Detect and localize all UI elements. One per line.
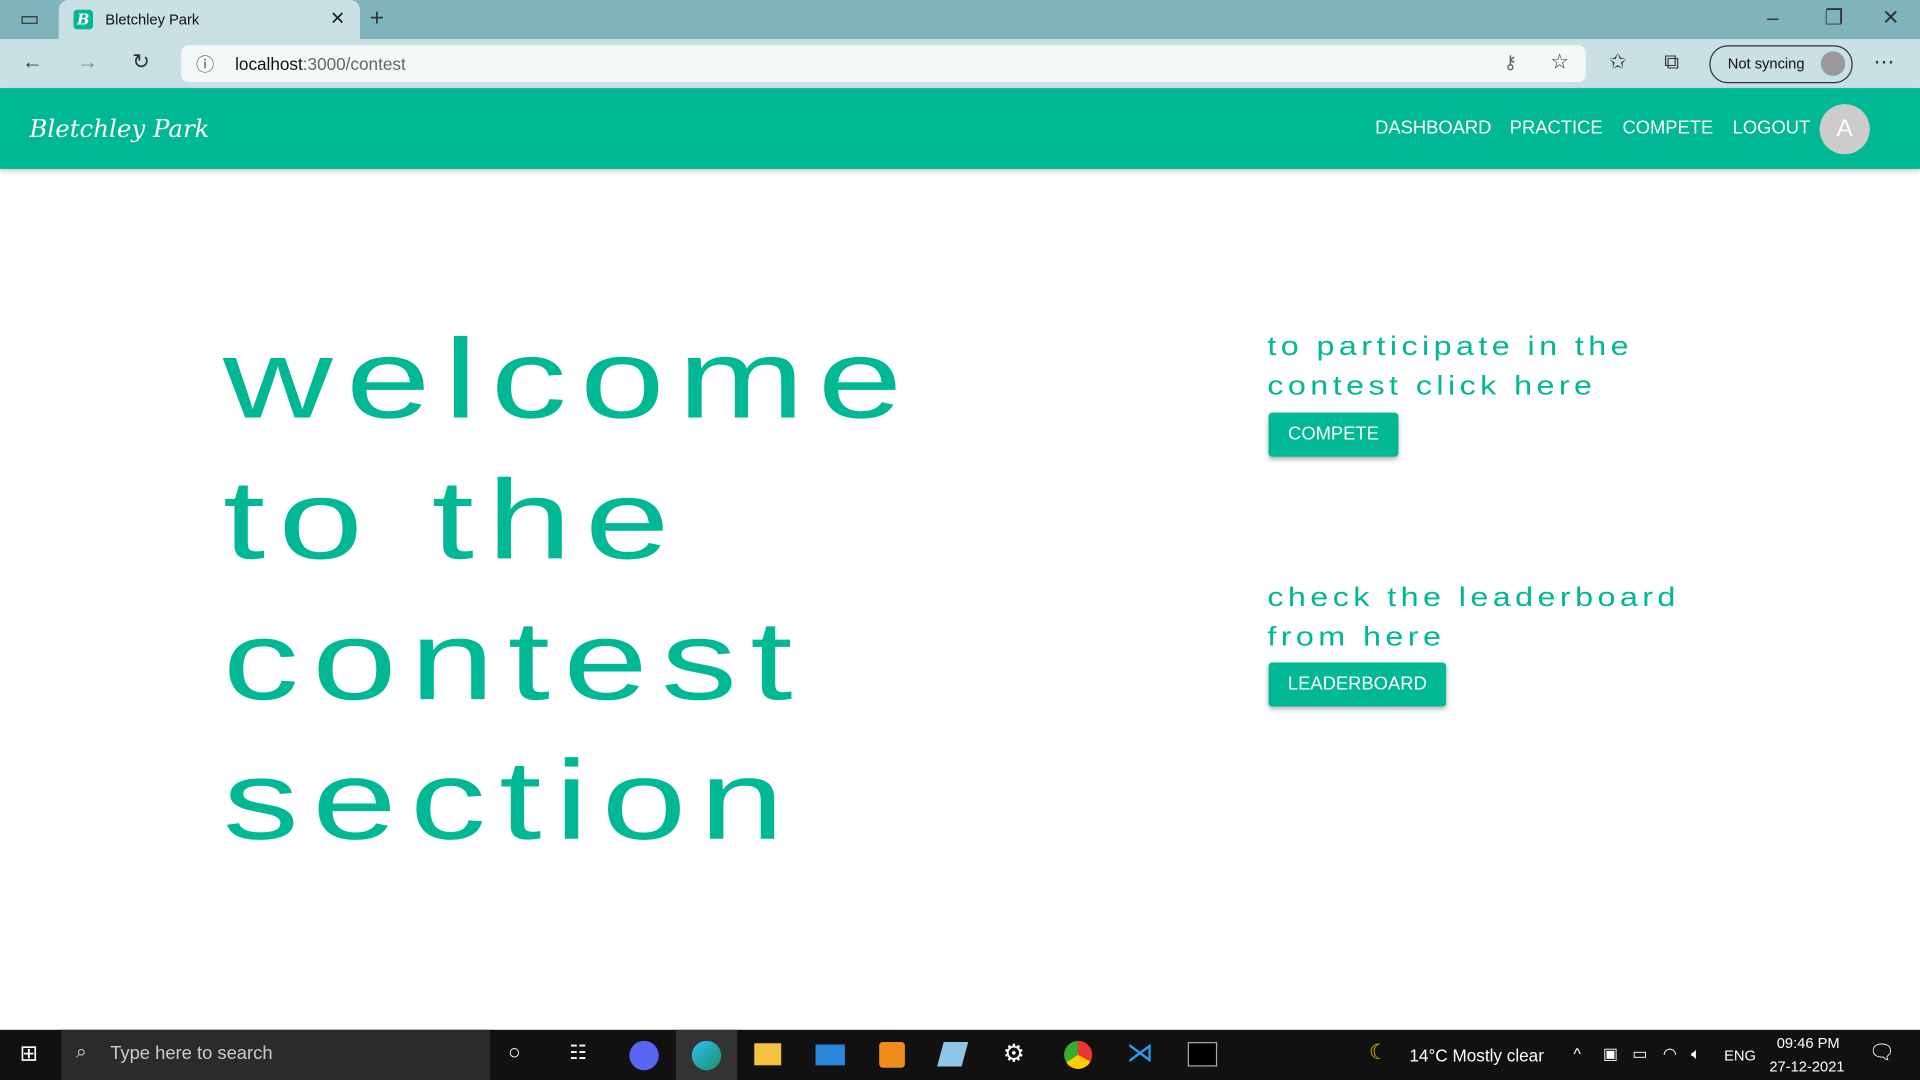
notifications-icon[interactable]: 🗨︎	[1869, 1041, 1895, 1065]
avatar[interactable]: A	[1819, 104, 1870, 155]
close-tab-icon[interactable]: ✕	[330, 7, 345, 30]
file-explorer-icon[interactable]	[754, 1043, 782, 1066]
clock-time[interactable]: 09:46 PM	[1777, 1035, 1840, 1052]
edge-taskbar-button[interactable]	[675, 1029, 738, 1080]
task-view-icon[interactable]: ☷	[569, 1041, 587, 1065]
clock-date[interactable]: 27-12-2021	[1769, 1058, 1844, 1075]
language-indicator[interactable]: ENG	[1724, 1047, 1756, 1064]
heading-line-3: contest	[222, 598, 806, 724]
leaderboard-text-line-2: from here	[1267, 620, 1446, 652]
brand-logo[interactable]: Bletchley Park	[29, 114, 209, 143]
heading-line-1: Welcome	[222, 317, 916, 443]
leaderboard-button[interactable]: LEADERBOARD	[1268, 662, 1447, 707]
new-tab-icon[interactable]: +	[370, 5, 384, 33]
edge-icon	[691, 1040, 722, 1071]
nav-logout[interactable]: LOGOUT	[1733, 118, 1811, 139]
show-hidden-icons[interactable]: ^	[1573, 1044, 1580, 1062]
forward-icon[interactable]: →	[77, 50, 98, 74]
sublime-text-icon[interactable]	[879, 1042, 905, 1068]
terminal-icon[interactable]	[1187, 1042, 1218, 1067]
chrome-icon[interactable]	[1064, 1040, 1093, 1069]
close-window-icon[interactable]: ✕	[1882, 6, 1899, 30]
heading-line-2: to the	[222, 457, 683, 583]
compete-text-line-2: contest click here	[1267, 369, 1597, 401]
profile-button[interactable]: Not syncing	[1709, 45, 1853, 84]
more-icon[interactable]: ⋯	[1873, 50, 1894, 74]
search-placeholder: Type here to search	[110, 1043, 273, 1065]
nav-practice[interactable]: PRACTICE	[1510, 118, 1603, 139]
heading-line-4: section	[222, 738, 798, 864]
site-info-icon[interactable]: ⓘ	[196, 51, 214, 77]
profile-label: Not syncing	[1727, 55, 1805, 73]
add-favorite-icon[interactable]: ☆	[1550, 50, 1569, 74]
tab-actions-icon[interactable]: ▭	[20, 7, 40, 31]
mail-icon[interactable]	[815, 1044, 845, 1066]
taskbar-search[interactable]: ⌕ Type here to search	[61, 1029, 490, 1080]
tab-title: Bletchley Park	[105, 11, 200, 29]
volume-icon[interactable]: 🔈︎	[1691, 1044, 1701, 1064]
discord-icon[interactable]	[629, 1040, 659, 1071]
address-bar[interactable]: ⓘ localhost:3000/contest ⚷ ☆	[181, 45, 1586, 83]
compete-button[interactable]: COMPETE	[1268, 412, 1399, 457]
weather-text[interactable]: 14°C Mostly clear	[1409, 1046, 1544, 1066]
back-icon[interactable]: ←	[22, 50, 43, 74]
cortana-icon[interactable]: ○	[508, 1041, 521, 1065]
restore-icon[interactable]: ❐	[1824, 6, 1843, 30]
wifi-icon[interactable]: ◠	[1663, 1044, 1677, 1064]
profile-avatar-icon	[1820, 51, 1846, 76]
collections-icon[interactable]: ⧉	[1664, 50, 1679, 74]
camera-icon[interactable]: ▣	[1603, 1044, 1618, 1064]
windows-start-icon[interactable]: ⊞	[20, 1041, 38, 1067]
nav-compete[interactable]: COMPETE	[1622, 118, 1713, 139]
refresh-icon[interactable]: ↻	[132, 50, 149, 74]
vscode-icon[interactable]: ⋊	[1127, 1037, 1154, 1069]
weather-icon: ☾	[1368, 1040, 1388, 1065]
settings-icon[interactable]: ⚙	[1003, 1038, 1025, 1069]
compete-text-line-1: To participate in the	[1267, 330, 1634, 362]
nav-dashboard[interactable]: DASHBOARD	[1375, 118, 1491, 139]
url-text: localhost:3000/contest	[235, 53, 406, 74]
browser-tab[interactable]: B Bletchley Park ✕	[58, 0, 361, 42]
leaderboard-text-line-1: Check the leaderboard	[1267, 581, 1680, 613]
minimize-icon[interactable]: –	[1767, 6, 1779, 30]
battery-icon[interactable]: ▭	[1632, 1044, 1647, 1064]
key-icon[interactable]: ⚷	[1504, 51, 1517, 74]
favorites-icon[interactable]: ✩	[1609, 50, 1626, 74]
favicon: B	[73, 9, 94, 30]
search-icon: ⌕	[75, 1042, 87, 1063]
